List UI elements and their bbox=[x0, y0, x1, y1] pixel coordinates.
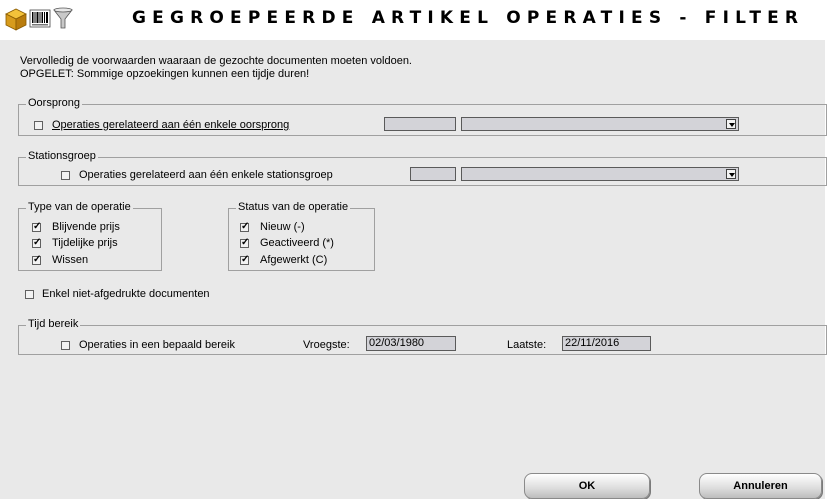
funnel-icon bbox=[53, 7, 73, 29]
title-bar: GEGROEPEERDE ARTIKEL OPERATIES - FILTER bbox=[0, 0, 831, 40]
intro-line-1: Vervolledig de voorwaarden waaraan de ge… bbox=[20, 55, 412, 67]
ok-button[interactable]: OK bbox=[524, 473, 650, 499]
stationsgroep-dropdown[interactable] bbox=[461, 167, 739, 181]
window-title: GEGROEPEERDE ARTIKEL OPERATIES - FILTER bbox=[132, 8, 805, 28]
intro-line-2: OPGELET: Sommige opzoekingen kunnen een … bbox=[20, 68, 310, 80]
stationsgroep-legend: Stationsgroep bbox=[26, 150, 98, 162]
tijd-bereik-legend: Tijd bereik bbox=[26, 318, 81, 330]
intro-text: Vervolledig de voorwaarden waaraan de ge… bbox=[20, 55, 412, 81]
vroegste-date-field[interactable]: 02/03/1980 bbox=[366, 336, 456, 351]
stationsgroep-code-field[interactable] bbox=[410, 167, 456, 181]
geactiveerd-checkbox[interactable] bbox=[240, 237, 249, 249]
box-icon bbox=[5, 8, 27, 31]
barcode-icon bbox=[29, 9, 51, 28]
vroegste-label: Vroegste: bbox=[303, 339, 350, 351]
afgewerkt-label[interactable]: Afgewerkt (C) bbox=[260, 254, 327, 266]
stationsgroep-label[interactable]: Operaties gerelateerd aan één enkele sta… bbox=[79, 169, 333, 181]
status-operatie-legend: Status van de operatie bbox=[236, 201, 351, 213]
title-icons bbox=[5, 7, 73, 31]
oorsprong-dropdown[interactable] bbox=[461, 117, 739, 131]
oorsprong-legend: Oorsprong bbox=[26, 97, 82, 109]
right-edge bbox=[825, 0, 831, 499]
nieuw-label[interactable]: Nieuw (-) bbox=[260, 221, 305, 233]
chevron-down-icon[interactable] bbox=[726, 119, 736, 129]
tijd-bereik-label[interactable]: Operaties in een bepaald bereik bbox=[79, 339, 235, 351]
tijdelijke-prijs-checkbox[interactable] bbox=[32, 237, 41, 249]
tijdelijke-prijs-label[interactable]: Tijdelijke prijs bbox=[52, 237, 118, 249]
laatste-label: Laatste: bbox=[507, 339, 547, 351]
oorsprong-label[interactable]: Operaties gerelateerd aan één enkele oor… bbox=[52, 119, 289, 131]
nieuw-checkbox[interactable] bbox=[240, 221, 249, 233]
wissen-checkbox[interactable] bbox=[32, 254, 41, 266]
niet-afgedrukt-checkbox[interactable] bbox=[25, 290, 34, 299]
tijd-bereik-checkbox[interactable] bbox=[61, 341, 70, 350]
geactiveerd-label[interactable]: Geactiveerd (*) bbox=[260, 237, 334, 249]
stationsgroep-checkbox[interactable] bbox=[61, 171, 70, 180]
chevron-down-icon[interactable] bbox=[726, 169, 736, 179]
oorsprong-code-field[interactable] bbox=[384, 117, 456, 131]
afgewerkt-checkbox[interactable] bbox=[240, 254, 249, 266]
oorsprong-checkbox[interactable] bbox=[34, 121, 43, 130]
annuleren-button[interactable]: Annuleren bbox=[699, 473, 822, 499]
blijvende-prijs-label[interactable]: Blijvende prijs bbox=[52, 221, 120, 233]
laatste-date-field[interactable]: 22/11/2016 bbox=[562, 336, 651, 351]
wissen-label[interactable]: Wissen bbox=[52, 254, 88, 266]
blijvende-prijs-checkbox[interactable] bbox=[32, 221, 41, 233]
niet-afgedrukt-label[interactable]: Enkel niet-afgedrukte documenten bbox=[42, 288, 210, 300]
type-operatie-legend: Type van de operatie bbox=[26, 201, 133, 213]
